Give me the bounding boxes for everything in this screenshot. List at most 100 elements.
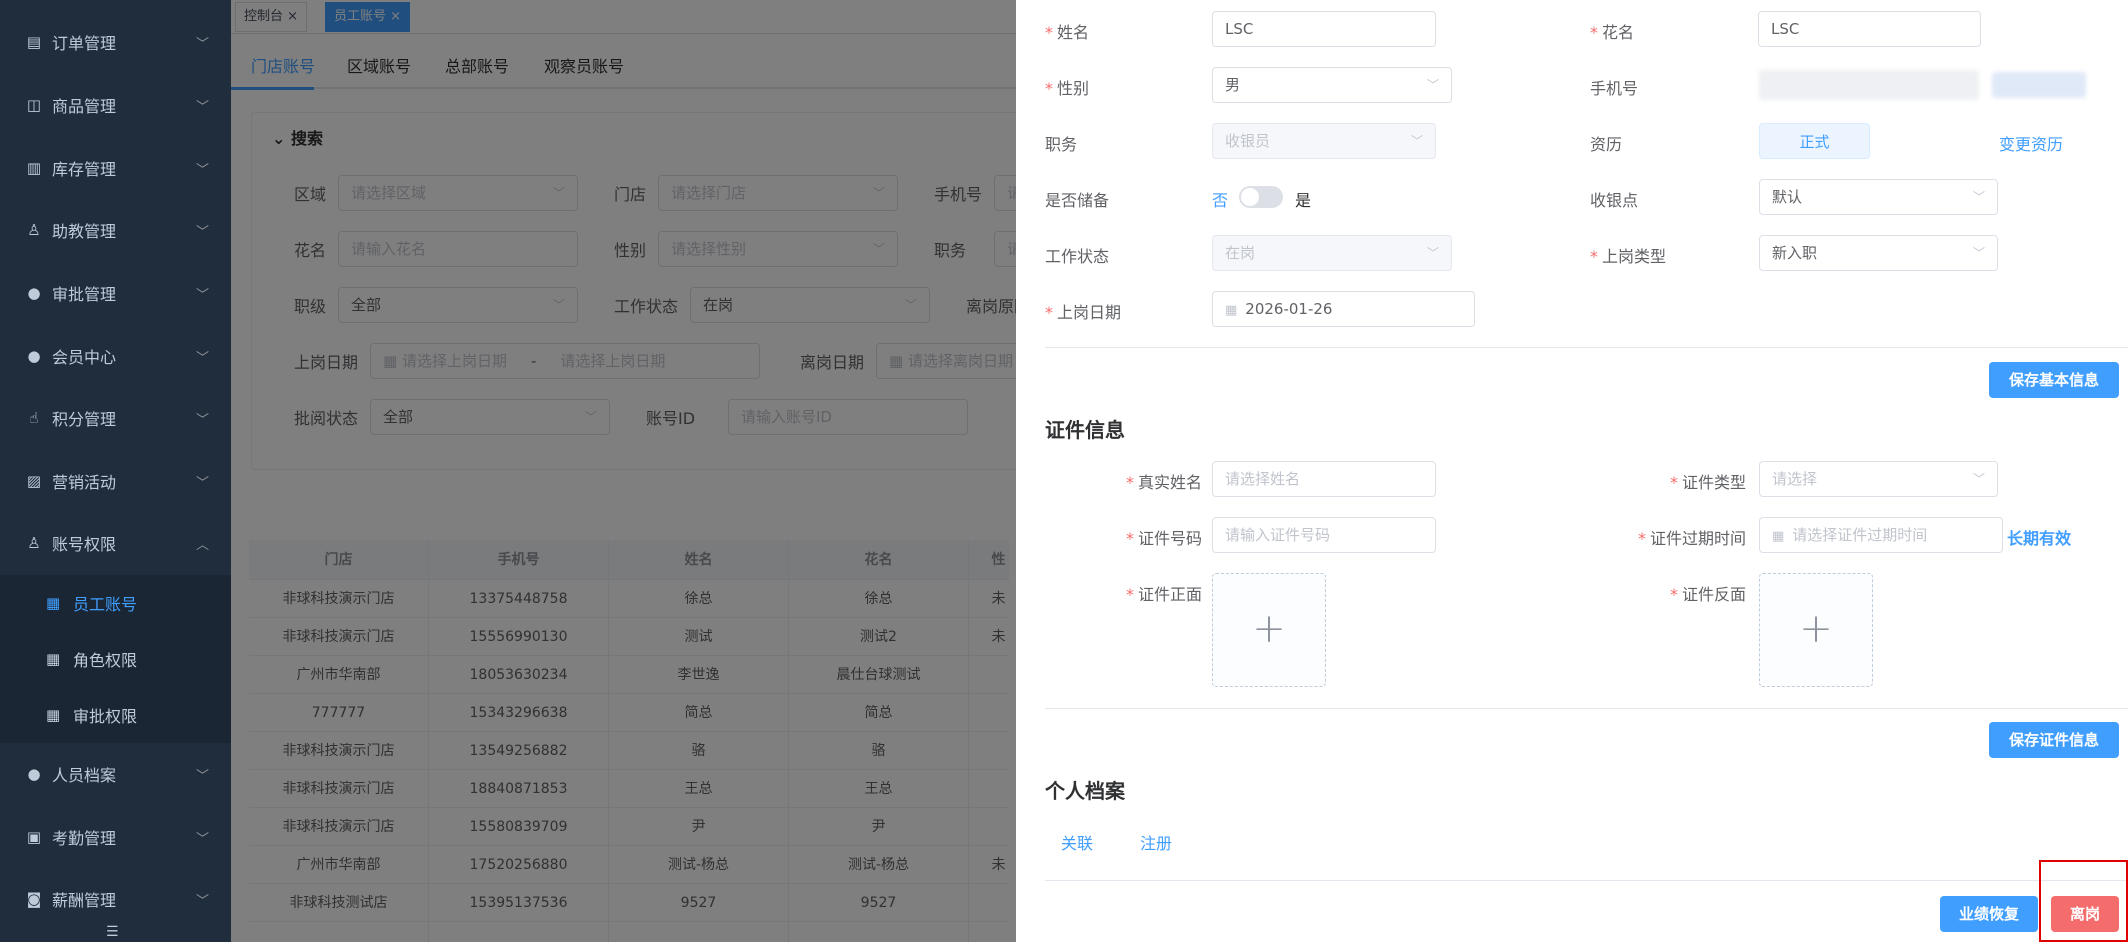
nick-input[interactable]: LSC	[1758, 11, 1981, 47]
menu-label: 商品管理	[52, 97, 117, 116]
gender-label-text: 性别	[1057, 79, 1090, 98]
bag-icon: ◫	[26, 96, 42, 114]
profile-section-title: 个人档案	[1045, 779, 1125, 803]
chevron-down-icon: ﹀	[195, 350, 209, 366]
switch-knob	[1241, 188, 1259, 206]
chevron-up-icon: ︿	[195, 537, 209, 553]
menu-account-permission[interactable]: ♙ 账号权限 ︿	[0, 515, 231, 571]
chevron-down-icon: ﹀	[1972, 246, 1985, 260]
back-label: * 证件反面	[1670, 585, 1747, 604]
gender-select[interactable]: 男 ﹀	[1212, 67, 1452, 103]
reserve-switch[interactable]	[1239, 186, 1283, 208]
calendar-icon: ▦	[1772, 529, 1785, 544]
nick-label-text: 花名	[1602, 23, 1635, 42]
submenu-label: 审批权限	[73, 707, 138, 726]
reserve-label: 是否储备	[1045, 191, 1110, 210]
chevron-down-icon: ﹀	[195, 893, 209, 909]
phone-masked	[1759, 70, 1979, 100]
submenu-label: 员工账号	[73, 595, 138, 614]
chevron-down-icon: ﹀	[195, 162, 209, 178]
name-value: LSC	[1225, 20, 1254, 38]
workstatus-value: 在岗	[1225, 244, 1256, 262]
menu-label: 积分管理	[52, 410, 117, 429]
menu-salary[interactable]: ◙ 薪酬管理 ﹀	[0, 871, 231, 927]
save-cert-info-button[interactable]: 保存证件信息	[1989, 722, 2119, 758]
menu-inventory[interactable]: ▥ 库存管理 ﹀	[0, 140, 231, 196]
menu-approval[interactable]: ● 审批管理 ﹀	[0, 265, 231, 321]
cashier-value: 默认	[1772, 188, 1803, 206]
post-label: 职务	[1045, 135, 1078, 154]
back-upload[interactable]: +	[1759, 573, 1873, 687]
menu-label: 考勤管理	[52, 829, 117, 848]
associate-link[interactable]: 关联	[1061, 830, 1093, 854]
menu-label: 人员档案	[52, 766, 117, 785]
chevron-down-icon: ﹀	[195, 99, 209, 115]
staff-detail-drawer: * 姓名 LSC * 花名 LSC * 性别 男 ﹀ 手机号 职务 收银员 ﹀ 资历 正式…	[1016, 0, 2128, 942]
person-icon: ♙	[27, 534, 41, 552]
chevron-down-icon: ﹀	[1410, 134, 1423, 148]
menu-products[interactable]: ◫ 商品管理 ﹀	[0, 77, 231, 133]
certexp-picker[interactable]: ▦ 请选择证件过期时间	[1759, 517, 2003, 553]
certtype-label: * 证件类型	[1670, 473, 1747, 492]
menu-members[interactable]: ● 会员中心 ﹀	[0, 328, 231, 384]
user-icon: ●	[27, 347, 41, 365]
front-label: * 证件正面	[1126, 585, 1203, 604]
divider	[1045, 880, 2128, 881]
menu-label: 订单管理	[52, 34, 117, 53]
plus-icon: +	[1799, 606, 1833, 652]
onboard-date-picker[interactable]: ▦ 2026-01-26	[1212, 291, 1475, 327]
onboard-type-select[interactable]: 新入职 ﹀	[1759, 235, 1998, 271]
chevron-down-icon: ﹀	[195, 412, 209, 428]
cashier-select[interactable]: 默认 ﹀	[1759, 179, 1998, 215]
menu-marketing[interactable]: ▨ 营销活动 ﹀	[0, 453, 231, 509]
submenu-label: 角色权限	[73, 651, 138, 670]
calendar-icon: ▦	[1225, 303, 1238, 318]
front-upload[interactable]: +	[1212, 573, 1326, 687]
grid-icon: ▦	[46, 594, 61, 612]
document-icon: ▤	[26, 33, 42, 51]
realname-input[interactable]: 请选择姓名	[1212, 461, 1436, 497]
certtype-select[interactable]: 请选择 ﹀	[1759, 461, 1998, 497]
onboard-date-label: * 上岗日期	[1045, 303, 1122, 322]
submenu-role-permission[interactable]: ▦ 角色权限	[0, 631, 231, 687]
seniority-tag: 正式	[1759, 123, 1870, 159]
menu-label: 审批管理	[52, 285, 117, 304]
certtype-label-text: 证件类型	[1682, 473, 1747, 492]
menu-label: 账号权限	[52, 535, 117, 554]
phone-label: 手机号	[1590, 79, 1639, 98]
onboard-date-value: 2026-01-26	[1245, 300, 1333, 318]
certexp-placeholder: 请选择证件过期时间	[1792, 526, 1928, 544]
front-label-text: 证件正面	[1138, 585, 1203, 604]
menu-label: 库存管理	[52, 160, 117, 179]
clipboard-icon: ▣	[26, 828, 42, 846]
divider	[1045, 347, 2128, 348]
menu-personnel[interactable]: ● 人员档案 ﹀	[0, 746, 231, 802]
chevron-down-icon: ﹀	[1426, 78, 1439, 92]
menu-coach[interactable]: ♙ 助教管理 ﹀	[0, 202, 231, 258]
chevron-down-icon: ﹀	[195, 224, 209, 240]
divider	[1045, 708, 2128, 709]
onboard-date-label-text: 上岗日期	[1057, 303, 1122, 322]
submenu-staff-account[interactable]: ▦ 员工账号	[0, 575, 231, 631]
name-input[interactable]: LSC	[1212, 11, 1436, 47]
menu-label: 会员中心	[52, 348, 117, 367]
performance-restore-button[interactable]: 业绩恢复	[1940, 896, 2038, 932]
gender-label: * 性别	[1045, 79, 1090, 98]
certno-placeholder: 请输入证件号码	[1225, 526, 1331, 544]
menu-attendance[interactable]: ▣ 考勤管理 ﹀	[0, 809, 231, 865]
register-link[interactable]: 注册	[1140, 830, 1172, 854]
certno-input[interactable]: 请输入证件号码	[1212, 517, 1436, 553]
user-icon: ●	[27, 284, 41, 302]
chevron-down-icon: ﹀	[195, 768, 209, 784]
change-seniority-link[interactable]: 变更资历	[1999, 131, 2063, 155]
menu-orders[interactable]: ▤ 订单管理 ﹀	[0, 14, 231, 70]
collapse-icon[interactable]: ☰	[106, 924, 119, 940]
menu-points[interactable]: ☝ 积分管理 ﹀	[0, 390, 231, 446]
onboard-type-label-text: 上岗类型	[1602, 247, 1667, 266]
submenu-approval-permission[interactable]: ▦ 审批权限	[0, 687, 231, 743]
onboard-type-label: * 上岗类型	[1590, 247, 1667, 266]
save-basic-info-button[interactable]: 保存基本信息	[1989, 362, 2119, 398]
sidebar: ▤ 订单管理 ﹀ ◫ 商品管理 ﹀ ▥ 库存管理 ﹀ ♙ 助教管理 ﹀ ● 审批管理 ﹀ ● 会员中心…	[0, 0, 231, 942]
workstatus-select: 在岗 ﹀	[1212, 235, 1452, 271]
longterm-valid-link[interactable]: 长期有效	[2007, 525, 2071, 549]
